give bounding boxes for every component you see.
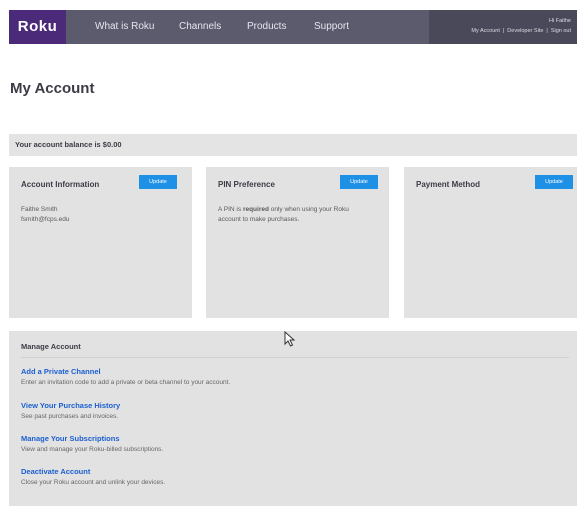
link-separator: | — [502, 28, 505, 34]
roku-logo[interactable]: Roku — [9, 10, 66, 44]
sign-out-link[interactable]: Sign out — [551, 28, 571, 34]
divider — [21, 357, 569, 358]
account-balance-bar: Your account balance is $0.00 — [9, 134, 577, 156]
deactivate-account-link[interactable]: Deactivate Account — [21, 467, 90, 476]
card-title: Payment Method — [416, 180, 481, 189]
account-email: fsmith@fcps.edu — [21, 216, 70, 223]
manage-account-section: Manage Account Add a Private Channel Ent… — [9, 331, 577, 506]
account-information-card: Account Information Update Faithe Smith … — [9, 167, 192, 318]
nav-support[interactable]: Support — [314, 10, 349, 44]
nav-products[interactable]: Products — [247, 10, 286, 44]
view-purchase-history-link[interactable]: View Your Purchase History — [21, 401, 120, 410]
payment-method-card: Payment Method Update — [404, 167, 577, 318]
top-navigation-bar: Roku What is Roku Channels Products Supp… — [9, 10, 577, 44]
user-area: Hi Faithe My Account | Developer Site | Sign… — [429, 10, 577, 44]
section-title: Manage Account — [21, 342, 81, 351]
add-private-channel-link[interactable]: Add a Private Channel — [21, 367, 101, 376]
manage-subscriptions-link[interactable]: Manage Your Subscriptions — [21, 434, 120, 443]
page-title: My Account — [10, 80, 95, 97]
card-title: Account Information — [21, 180, 100, 189]
purchase-history-description: See past purchases and invoices. — [21, 413, 119, 420]
pin-text-required: required — [242, 206, 269, 213]
developer-site-link[interactable]: Developer Site — [507, 28, 543, 34]
card-title: PIN Preference — [218, 180, 275, 189]
pin-description: A PIN is required only when using your R… — [218, 205, 368, 225]
update-payment-method-button[interactable]: Update — [535, 175, 573, 189]
add-private-channel-description: Enter an invitation code to add a privat… — [21, 379, 231, 386]
link-separator: | — [546, 28, 548, 34]
update-account-information-button[interactable]: Update — [139, 175, 177, 189]
deactivate-account-description: Close your Roku account and unlink your … — [21, 479, 166, 486]
nav-what-is-roku[interactable]: What is Roku — [95, 10, 154, 44]
account-links: My Account | Developer Site | Sign out — [471, 28, 571, 34]
pin-text-start: A PIN is — [218, 206, 243, 213]
my-account-link[interactable]: My Account — [471, 28, 499, 34]
mouse-pointer-icon — [284, 331, 296, 347]
manage-subscriptions-description: View and manage your Roku-billed subscri… — [21, 446, 164, 453]
pin-preference-card: PIN Preference Update A PIN is required … — [206, 167, 389, 318]
account-details: Faithe Smith fsmith@fcps.edu — [21, 205, 70, 225]
account-name: Faithe Smith — [21, 206, 58, 213]
nav-channels[interactable]: Channels — [179, 10, 221, 44]
user-greeting: Hi Faithe — [548, 18, 571, 24]
update-pin-preference-button[interactable]: Update — [340, 175, 378, 189]
